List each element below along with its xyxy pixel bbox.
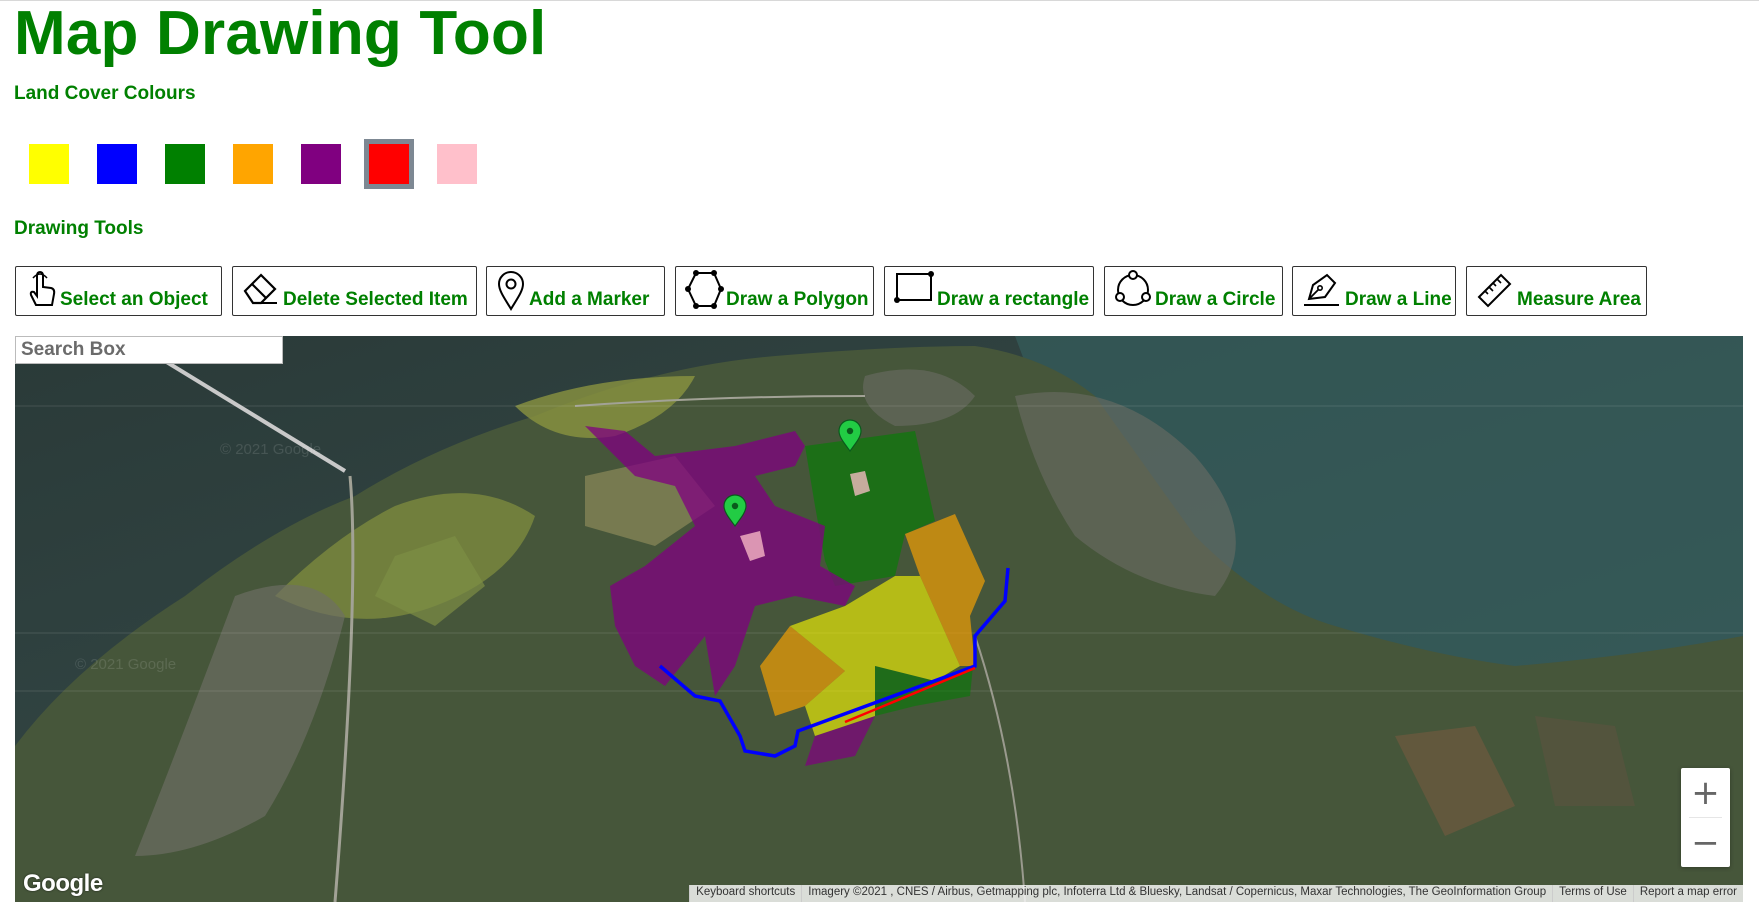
swatch-yellow[interactable] xyxy=(29,144,69,184)
swatch-blue[interactable] xyxy=(97,144,137,184)
map-watermark-2: © 2021 Google xyxy=(75,656,177,673)
map-watermark: © 2021 Google xyxy=(220,441,322,458)
draw-line-label: Draw a Line xyxy=(1345,289,1452,310)
draw-polygon-label: Draw a Polygon xyxy=(726,289,869,310)
zoom-out-button[interactable]: − xyxy=(1681,818,1730,867)
drawing-tools-heading: Drawing Tools xyxy=(14,218,144,239)
map-canvas[interactable]: © 2021 Google © 2021 Google + − Google K… xyxy=(15,336,1743,902)
polygon-icon xyxy=(685,270,724,309)
imagery-credit: Imagery ©2021 , CNES / Airbus, Getmappin… xyxy=(801,885,1553,902)
swatch-pink[interactable] xyxy=(437,144,477,184)
eraser-icon xyxy=(243,273,277,305)
report-map-error-link[interactable]: Report a map error xyxy=(1632,885,1743,902)
satellite-imagery xyxy=(15,336,1743,902)
draw-circle-label: Draw a Circle xyxy=(1155,289,1276,310)
google-logo: Google xyxy=(23,870,103,897)
land-cover-heading: Land Cover Colours xyxy=(14,83,196,104)
swatch-red[interactable] xyxy=(364,139,414,189)
measure-area-button[interactable]: Measure Area xyxy=(1466,266,1647,316)
draw-rectangle-label: Draw a rectangle xyxy=(937,289,1090,310)
add-marker-label: Add a Marker xyxy=(529,289,650,310)
pen-icon xyxy=(1304,273,1339,306)
measure-area-label: Measure Area xyxy=(1517,289,1641,310)
circle-icon xyxy=(1115,270,1151,306)
add-marker-button[interactable]: Add a Marker xyxy=(486,266,665,316)
draw-polygon-button[interactable]: Draw a Polygon xyxy=(675,266,874,316)
map-pin-icon xyxy=(497,271,525,311)
swatch-purple[interactable] xyxy=(301,144,341,184)
delete-selected-label: Delete Selected Item xyxy=(283,289,468,310)
draw-rectangle-button[interactable]: Draw a rectangle xyxy=(884,266,1094,316)
swatch-green[interactable] xyxy=(165,144,205,184)
search-input[interactable] xyxy=(15,336,283,364)
swatch-orange[interactable] xyxy=(233,144,273,184)
page-title: Map Drawing Tool xyxy=(14,0,547,68)
zoom-in-button[interactable]: + xyxy=(1681,768,1730,817)
draw-circle-button[interactable]: Draw a Circle xyxy=(1104,266,1283,316)
keyboard-shortcuts-link[interactable]: Keyboard shortcuts xyxy=(689,885,802,902)
rectangle-icon xyxy=(894,271,934,303)
select-object-button[interactable]: Select an Object xyxy=(15,266,222,316)
delete-selected-button[interactable]: Delete Selected Item xyxy=(232,266,477,316)
zoom-control: + − xyxy=(1681,768,1730,867)
terms-of-use-link[interactable]: Terms of Use xyxy=(1552,885,1633,902)
draw-line-button[interactable]: Draw a Line xyxy=(1292,266,1456,316)
select-object-label: Select an Object xyxy=(60,289,208,310)
pointer-hand-icon xyxy=(29,270,56,306)
map-attribution-bar: Keyboard shortcuts Imagery ©2021 , CNES … xyxy=(689,885,1743,902)
ruler-icon xyxy=(1477,273,1512,308)
